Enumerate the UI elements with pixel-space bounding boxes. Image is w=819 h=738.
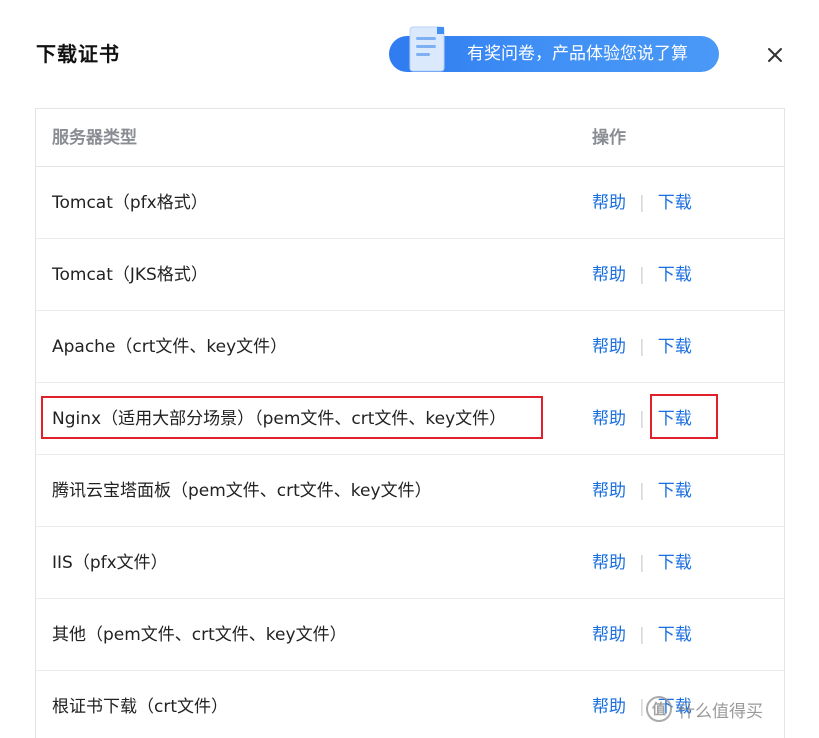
certificate-table: 服务器类型 操作 Tomcat（pfx格式） 帮助 | 下载 Tomcat（JKS格… <box>35 108 785 738</box>
help-link[interactable]: 帮助 <box>592 625 626 645</box>
table-row: Apache（crt文件、key文件） 帮助 | 下载 <box>36 311 784 383</box>
download-link[interactable]: 下载 <box>658 265 692 285</box>
watermark-text: 什么值得买 <box>678 701 763 722</box>
separator: | <box>639 481 645 501</box>
table-row: Tomcat（JKS格式） 帮助 | 下载 <box>36 239 784 311</box>
table-row: 其他（pem文件、crt文件、key文件） 帮助 | 下载 <box>36 599 784 671</box>
separator: | <box>639 337 645 357</box>
server-type-label: Apache（crt文件、key文件） <box>52 337 288 357</box>
watermark-logo-icon: 值 <box>646 696 672 722</box>
server-type-label: 根证书下载（crt文件） <box>52 697 229 717</box>
table-row: IIS（pfx文件） 帮助 | 下载 <box>36 527 784 599</box>
separator: | <box>639 625 645 645</box>
table-row: Tomcat（pfx格式） 帮助 | 下载 <box>36 167 784 239</box>
help-link[interactable]: 帮助 <box>592 337 626 357</box>
help-link[interactable]: 帮助 <box>592 193 626 213</box>
separator: | <box>639 697 645 717</box>
download-link[interactable]: 下载 <box>658 193 692 213</box>
help-link[interactable]: 帮助 <box>592 409 626 429</box>
watermark: 值 什么值得买 <box>646 694 763 724</box>
row-actions: 帮助 | 下载 <box>592 167 692 239</box>
row-actions: 帮助 | 下载 <box>592 239 692 311</box>
help-link[interactable]: 帮助 <box>592 481 626 501</box>
header-action: 操作 <box>592 128 626 148</box>
row-actions: 帮助 | 下载 <box>592 311 692 383</box>
survey-text: 有奖问卷，产品体验您说了算 <box>467 44 688 64</box>
server-type-label: 腾讯云宝塔面板（pem文件、crt文件、key文件） <box>52 481 432 501</box>
server-type-label: Nginx（适用大部分场景）（pem文件、crt文件、key文件） <box>52 409 507 429</box>
server-type-label: 其他（pem文件、crt文件、key文件） <box>52 625 347 645</box>
download-link[interactable]: 下载 <box>658 553 692 573</box>
survey-banner[interactable]: 有奖问卷，产品体验您说了算 <box>389 26 719 72</box>
download-link[interactable]: 下载 <box>658 337 692 357</box>
help-link[interactable]: 帮助 <box>592 697 626 717</box>
server-type-label: IIS（pfx文件） <box>52 553 168 573</box>
table-row: 腾讯云宝塔面板（pem文件、crt文件、key文件） 帮助 | 下载 <box>36 455 784 527</box>
close-icon <box>768 48 782 62</box>
row-actions: 帮助 | 下载 <box>592 383 692 455</box>
dialog-title: 下载证书 <box>36 42 120 66</box>
help-link[interactable]: 帮助 <box>592 265 626 285</box>
help-link[interactable]: 帮助 <box>592 553 626 573</box>
document-icon <box>409 26 445 72</box>
header-server-type: 服务器类型 <box>52 128 137 148</box>
separator: | <box>639 553 645 573</box>
row-actions: 帮助 | 下载 <box>592 527 692 599</box>
row-actions: 帮助 | 下载 <box>592 599 692 671</box>
download-link[interactable]: 下载 <box>658 409 692 429</box>
separator: | <box>639 409 645 429</box>
separator: | <box>639 193 645 213</box>
download-link[interactable]: 下载 <box>658 625 692 645</box>
server-type-label: Tomcat（JKS格式） <box>52 265 208 285</box>
table-row: Nginx（适用大部分场景）（pem文件、crt文件、key文件） 帮助 | 下载 <box>36 383 784 455</box>
table-header: 服务器类型 操作 <box>36 109 784 167</box>
download-link[interactable]: 下载 <box>658 481 692 501</box>
server-type-label: Tomcat（pfx格式） <box>52 193 208 213</box>
close-button[interactable] <box>762 42 788 68</box>
row-actions: 帮助 | 下载 <box>592 455 692 527</box>
separator: | <box>639 265 645 285</box>
